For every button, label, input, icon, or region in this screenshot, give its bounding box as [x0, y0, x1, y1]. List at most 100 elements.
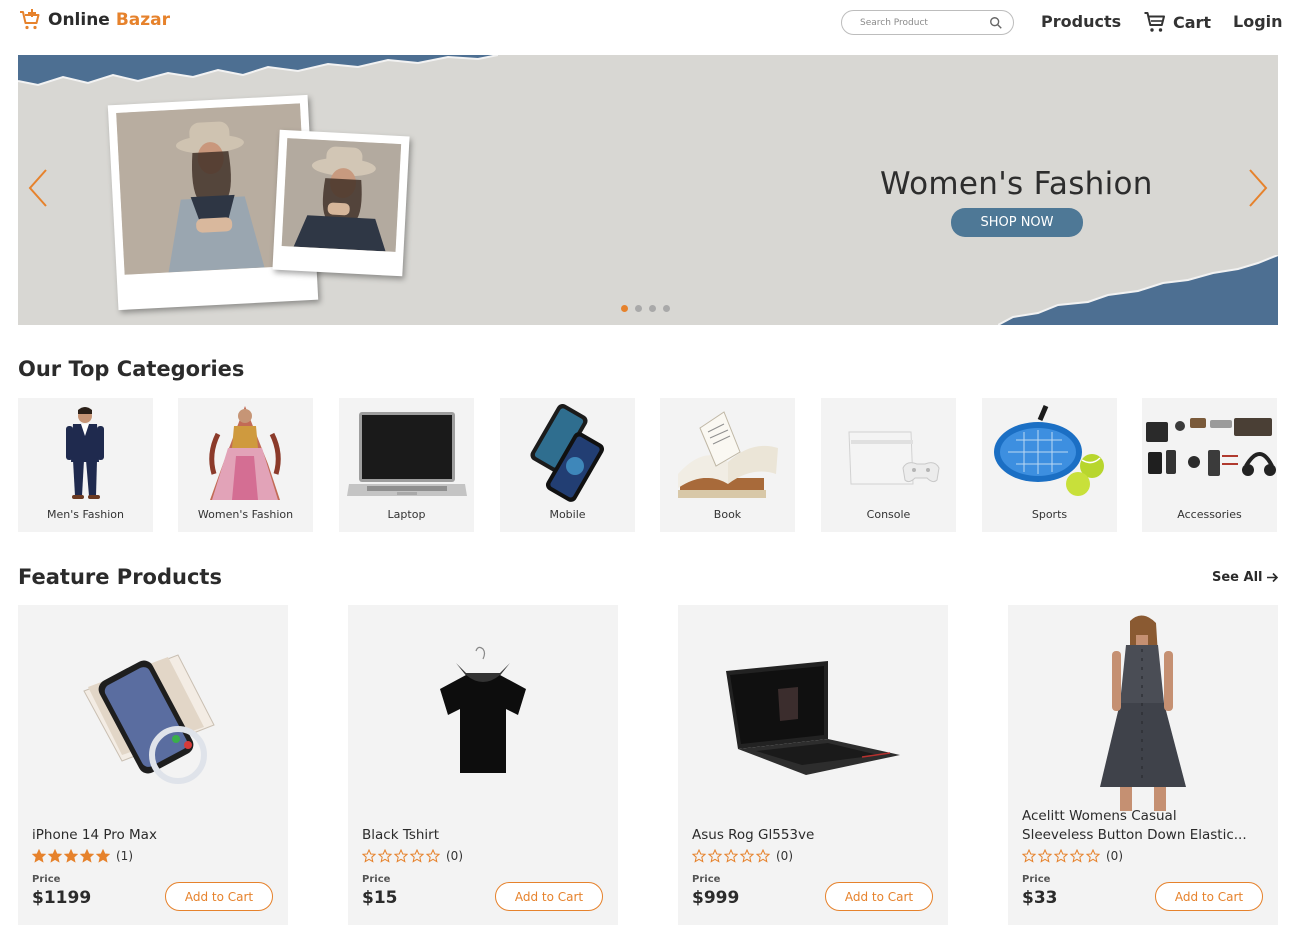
- dress-product-image: [1100, 615, 1186, 811]
- carousel-dot[interactable]: [635, 305, 642, 312]
- product-name: Acelitt Womens Casual Sleeveless Button …: [1022, 807, 1267, 845]
- carousel-dot[interactable]: [621, 305, 628, 312]
- search-input[interactable]: [860, 17, 986, 28]
- category-label: Console: [866, 508, 911, 521]
- add-to-cart-button[interactable]: Add to Cart: [165, 882, 273, 911]
- shop-now-button[interactable]: SHOP NOW: [951, 208, 1083, 237]
- star-icon: [1038, 849, 1052, 863]
- star-icon: [1054, 849, 1068, 863]
- womens-fashion-image: [209, 406, 281, 500]
- logo-text-bazar: Bazar: [115, 10, 171, 30]
- category-label: Men's Fashion: [47, 508, 124, 521]
- star-icon: [96, 849, 110, 863]
- product-price: $15: [362, 888, 398, 908]
- product-name: Black Tshirt: [362, 827, 440, 843]
- price-label: Price: [32, 874, 61, 885]
- accessories-image: [1146, 418, 1276, 476]
- category-mens-fashion[interactable]: Men's Fashion: [18, 398, 153, 532]
- star-icon: [708, 849, 722, 863]
- nav-login-link[interactable]: Login: [1233, 12, 1283, 31]
- category-label: Sports: [1031, 508, 1068, 521]
- star-icon: [64, 849, 78, 863]
- category-book[interactable]: Book: [660, 398, 795, 532]
- review-count: (0): [1106, 849, 1123, 863]
- add-to-cart-button[interactable]: Add to Cart: [495, 882, 603, 911]
- torn-denim-top-decoration: [18, 55, 498, 87]
- logo[interactable]: Online Bazar: [18, 8, 170, 32]
- category-sports[interactable]: Sports: [982, 398, 1117, 532]
- star-icon: [756, 849, 770, 863]
- star-icon: [32, 849, 46, 863]
- product-price: $1199: [32, 888, 92, 908]
- review-count: (0): [776, 849, 793, 863]
- nav-cart-label: Cart: [1173, 12, 1212, 32]
- carousel-dot[interactable]: [649, 305, 656, 312]
- iphone-product-image: [83, 654, 215, 784]
- star-icon: [1022, 849, 1036, 863]
- category-list: Men's Fashion Women's Fashion Laptop Mob…: [18, 398, 1278, 532]
- star-icon: [1086, 849, 1100, 863]
- tshirt-product-image: [440, 646, 526, 773]
- product-rating: (0): [1022, 849, 1123, 863]
- hero-banner[interactable]: Women's Fashion SHOP NOW: [18, 55, 1278, 325]
- cart-icon: [1144, 12, 1165, 32]
- product-rating: (0): [362, 849, 463, 863]
- star-icon: [80, 849, 94, 863]
- nav-cart-link[interactable]: Cart: [1143, 10, 1211, 34]
- star-icon: [692, 849, 706, 863]
- add-to-cart-button[interactable]: Add to Cart: [1155, 882, 1263, 911]
- star-rating: [32, 849, 110, 863]
- nav-products-link[interactable]: Products: [1041, 12, 1121, 31]
- top-nav: Online Bazar Products Cart Login: [0, 0, 1293, 44]
- laptop-image: [347, 412, 467, 496]
- top-categories-heading: Our Top Categories: [18, 357, 245, 381]
- star-icon: [394, 849, 408, 863]
- star-icon: [1070, 849, 1084, 863]
- search-icon[interactable]: [989, 16, 1003, 30]
- product-name-line2: Sleeveless Button Down Elastic...: [1022, 827, 1247, 843]
- product-name: Asus Rog Gl553ve: [692, 827, 815, 843]
- category-label: Mobile: [549, 508, 586, 521]
- product-grid: iPhone 14 Pro Max (1) Price $1199 Add to…: [18, 605, 1278, 925]
- product-rating: (1): [32, 849, 133, 863]
- review-count: (1): [116, 849, 133, 863]
- see-all-label: See All: [1212, 570, 1263, 585]
- book-image: [678, 411, 778, 498]
- star-icon: [410, 849, 424, 863]
- star-icon: [48, 849, 62, 863]
- product-card[interactable]: iPhone 14 Pro Max (1) Price $1199 Add to…: [18, 605, 288, 925]
- product-card[interactable]: Acelitt Womens Casual Sleeveless Button …: [1008, 605, 1278, 925]
- star-icon: [426, 849, 440, 863]
- search-box: [841, 10, 1014, 35]
- carousel-dots: [621, 305, 670, 312]
- add-to-cart-button[interactable]: Add to Cart: [825, 882, 933, 911]
- category-label: Laptop: [387, 508, 426, 521]
- category-laptop[interactable]: Laptop: [339, 398, 474, 532]
- category-label: Accessories: [1177, 508, 1242, 521]
- price-label: Price: [692, 874, 721, 885]
- torn-denim-bottom-decoration: [998, 255, 1278, 325]
- product-card[interactable]: Asus Rog Gl553ve (0) Price $999 Add to C…: [678, 605, 948, 925]
- price-label: Price: [1022, 874, 1051, 885]
- mobile-image: [530, 404, 605, 502]
- product-rating: (0): [692, 849, 793, 863]
- category-console[interactable]: Console: [821, 398, 956, 532]
- see-all-link[interactable]: See All: [1212, 570, 1279, 585]
- model-closeup-illustration: [281, 138, 402, 252]
- star-icon: [378, 849, 392, 863]
- category-label: Book: [713, 508, 742, 521]
- product-price: $33: [1022, 888, 1058, 908]
- star-rating: [1022, 849, 1100, 863]
- chevron-left-icon[interactable]: [26, 167, 50, 209]
- chevron-right-icon[interactable]: [1246, 167, 1270, 209]
- product-card[interactable]: Black Tshirt (0) Price $15 Add to Cart: [348, 605, 618, 925]
- carousel-dot[interactable]: [663, 305, 670, 312]
- category-accessories[interactable]: Accessories: [1142, 398, 1277, 532]
- mens-fashion-image: [66, 407, 104, 499]
- product-price: $999: [692, 888, 740, 908]
- category-womens-fashion[interactable]: Women's Fashion: [178, 398, 313, 532]
- cart-plus-icon: [20, 9, 40, 30]
- star-rating: [362, 849, 440, 863]
- category-mobile[interactable]: Mobile: [500, 398, 635, 532]
- logo-text-online: Online: [48, 10, 110, 30]
